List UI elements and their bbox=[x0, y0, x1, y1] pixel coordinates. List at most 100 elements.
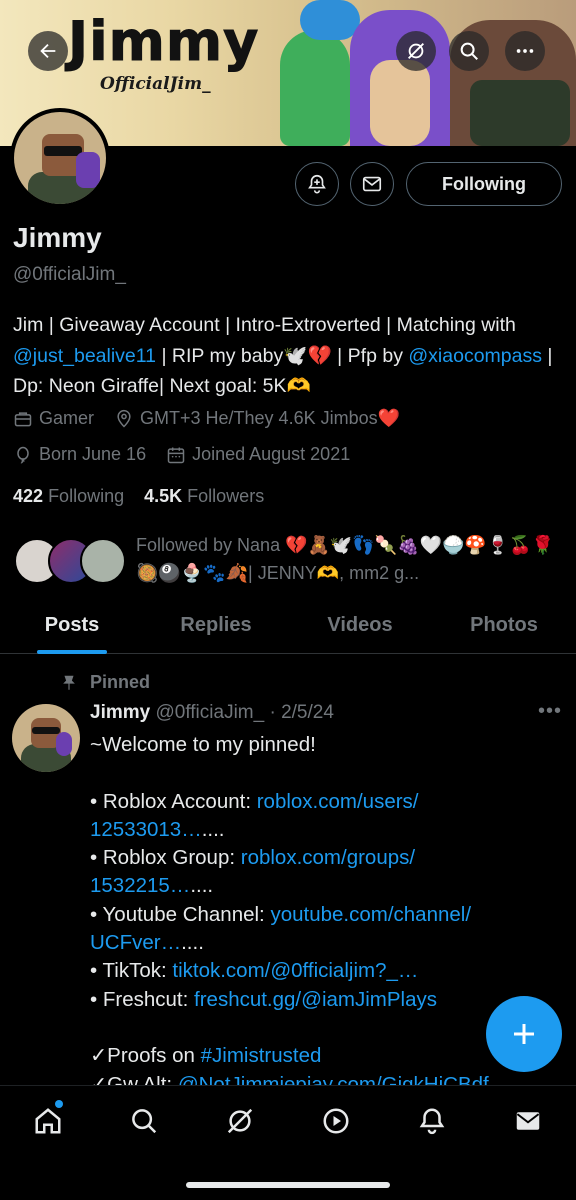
post-header: Jimmy @0fficiaJim_ · 2/5/24 bbox=[90, 702, 334, 724]
grok-icon bbox=[227, 1108, 253, 1134]
post-text: .... bbox=[181, 931, 204, 955]
following-label: Following bbox=[48, 486, 125, 506]
calendar-icon bbox=[167, 447, 185, 463]
location-pin-icon bbox=[117, 409, 131, 428]
search-button[interactable] bbox=[449, 31, 489, 71]
post-text: .... bbox=[190, 874, 214, 898]
profile-birthday: Born June 16 bbox=[13, 444, 146, 465]
post-meta: @0fficiaJim_ · 2/5/24 bbox=[155, 702, 334, 723]
profile-category: Gamer bbox=[13, 408, 94, 429]
post-text: • Freshcut: bbox=[90, 987, 195, 1011]
bio-text: Jim | Giveaway Account | Intro-Extrovert… bbox=[13, 314, 516, 336]
profile-location: GMT+3 He/They 4.6K Jimbos❤️ bbox=[114, 408, 400, 429]
post-line: • TikTok: tiktok.com/@0fficialjim?_… bbox=[90, 957, 560, 985]
tab-replies[interactable]: Replies bbox=[144, 598, 288, 653]
post-author-avatar[interactable] bbox=[12, 704, 80, 772]
pinned-label: Pinned bbox=[90, 672, 151, 692]
post-link[interactable]: 1532215… bbox=[90, 874, 190, 897]
tab-posts[interactable]: Posts bbox=[0, 598, 144, 653]
more-options-button[interactable] bbox=[505, 31, 545, 71]
search-icon bbox=[460, 42, 478, 60]
compose-post-button[interactable] bbox=[486, 996, 562, 1072]
back-button[interactable] bbox=[28, 31, 68, 71]
post-link[interactable]: UCFver… bbox=[90, 931, 181, 954]
follow-counts: 422 Following 4.5K Followers bbox=[13, 486, 264, 507]
post-text: • Roblox Account: bbox=[90, 789, 257, 813]
banner-logo-subtext: OfficialJim_ bbox=[100, 74, 211, 94]
post-more-button[interactable]: ••• bbox=[538, 700, 562, 723]
nav-home[interactable] bbox=[0, 1086, 96, 1156]
followers-count-link[interactable]: 4.5K Followers bbox=[144, 486, 264, 506]
post-link[interactable]: 12533013… bbox=[90, 818, 202, 841]
bio-mention-link[interactable]: @xiaocompass bbox=[408, 345, 542, 367]
arrow-left-icon bbox=[40, 43, 56, 59]
banner-art-dragon bbox=[280, 30, 350, 146]
avatar-image bbox=[12, 704, 80, 772]
following-button[interactable]: Following bbox=[406, 162, 562, 206]
nav-video[interactable] bbox=[288, 1086, 384, 1156]
post-text: .... bbox=[201, 817, 225, 841]
post-text: • Youtube Channel: bbox=[90, 902, 271, 926]
banner-logo: Jimmy bbox=[67, 10, 260, 74]
unread-dot bbox=[55, 1100, 63, 1108]
bell-plus-icon bbox=[308, 174, 326, 194]
avatar-sunglasses bbox=[32, 727, 60, 734]
post-text: • TikTok: bbox=[90, 959, 173, 983]
profile-meta-row-2: Born June 16 Joined August 2021 bbox=[13, 444, 370, 465]
grok-icon bbox=[408, 43, 424, 59]
bell-icon bbox=[419, 1108, 445, 1135]
avatar-cat bbox=[56, 732, 72, 756]
post-line: 12533013….... bbox=[90, 816, 560, 844]
post-author-name[interactable]: Jimmy bbox=[90, 702, 150, 723]
follower-avatar[interactable] bbox=[80, 538, 126, 584]
avatar-image bbox=[14, 112, 106, 204]
envelope-icon bbox=[362, 176, 382, 192]
nav-grok[interactable] bbox=[192, 1086, 288, 1156]
tab-photos[interactable]: Photos bbox=[432, 598, 576, 653]
post-hashtag-link[interactable]: #Jimistrusted bbox=[201, 1044, 322, 1067]
profile-handle: @0fficialJim_ bbox=[13, 264, 126, 285]
nav-notifications[interactable] bbox=[384, 1086, 480, 1156]
followers-label: Followers bbox=[187, 486, 265, 506]
post-link[interactable]: freshcut.gg/@iamJimPlays bbox=[194, 988, 437, 1011]
briefcase-icon bbox=[14, 411, 32, 426]
profile-avatar[interactable] bbox=[10, 108, 110, 208]
banner-art-cat-body bbox=[370, 60, 430, 146]
post-text: ✓Proofs on bbox=[90, 1044, 201, 1068]
post-link[interactable]: tiktok.com/@0fficialjim?_… bbox=[172, 959, 418, 982]
tab-videos[interactable]: Videos bbox=[288, 598, 432, 653]
home-indicator[interactable] bbox=[186, 1182, 390, 1188]
followed-by-text[interactable]: Followed by Nana 💔🧸🕊️👣🍡🍇🤍🍚🍄🍷🍒🌹🥘🎱🍨🐾🍂| JEN… bbox=[136, 531, 556, 587]
bio-text: | RIP my baby🕊️💔 | Pfp by bbox=[156, 344, 409, 367]
pinned-indicator: Pinned bbox=[60, 672, 150, 693]
profile-tabs: Posts Replies Videos Photos bbox=[0, 598, 576, 654]
post-link[interactable]: roblox.com/groups/ bbox=[241, 846, 415, 869]
envelope-icon bbox=[516, 1112, 540, 1130]
nav-search[interactable] bbox=[96, 1086, 192, 1156]
message-button[interactable] bbox=[350, 162, 394, 206]
avatar-cat bbox=[76, 152, 100, 188]
notifications-subscribe-button[interactable] bbox=[295, 162, 339, 206]
following-count: 422 bbox=[13, 486, 44, 506]
banner-art-bird bbox=[300, 0, 360, 40]
post-link[interactable]: roblox.com/users/ bbox=[257, 790, 419, 813]
post-line: • Roblox Account: roblox.com/users/ bbox=[90, 788, 560, 816]
profile-joined: Joined August 2021 bbox=[166, 444, 350, 465]
home-icon bbox=[35, 1108, 61, 1134]
pin-icon bbox=[63, 675, 75, 690]
profile-name: Jimmy bbox=[13, 222, 102, 253]
post-link[interactable]: youtube.com/channel/ bbox=[270, 903, 471, 926]
post-line: 1532215….... bbox=[90, 872, 560, 900]
bio-mention-link[interactable]: @just_bealive11 bbox=[13, 345, 156, 367]
grok-button[interactable] bbox=[396, 31, 436, 71]
plus-icon bbox=[514, 1024, 534, 1044]
avatar-sunglasses bbox=[44, 146, 82, 156]
post-line-blank bbox=[90, 759, 560, 787]
nav-messages[interactable] bbox=[480, 1086, 576, 1156]
following-count-link[interactable]: 422 Following bbox=[13, 486, 124, 506]
location-label: GMT+3 He/They 4.6K Jimbos❤️ bbox=[140, 408, 401, 428]
followers-count: 4.5K bbox=[144, 486, 183, 506]
balloon-icon bbox=[17, 446, 29, 463]
post-line: UCFver….... bbox=[90, 929, 560, 957]
post-line: • Youtube Channel: youtube.com/channel/ bbox=[90, 901, 560, 929]
